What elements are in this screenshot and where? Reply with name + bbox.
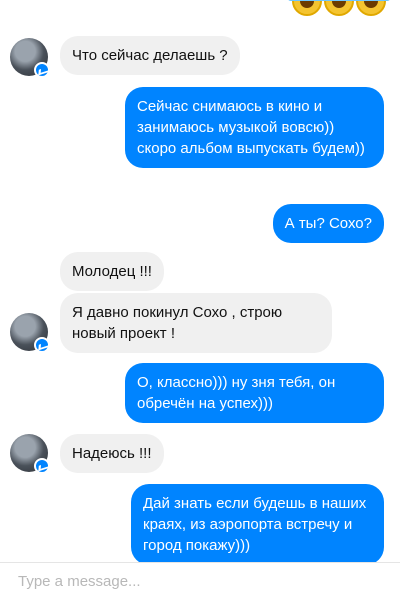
message-composer [0, 562, 400, 600]
messenger-badge-icon [34, 62, 50, 78]
laughing-crying-emoji-icon [352, 0, 390, 16]
laughing-crying-emoji-icon [288, 0, 326, 16]
outgoing-message[interactable]: А ты? Сохо? [272, 204, 384, 243]
incoming-message[interactable]: Молодец !!! [60, 252, 164, 291]
messenger-badge-icon [34, 337, 50, 353]
incoming-message[interactable]: Что сейчас делаешь ? [60, 36, 240, 75]
incoming-message[interactable]: Надеюсь !!! [60, 434, 164, 473]
message-input[interactable] [0, 563, 400, 600]
contact-avatar[interactable] [10, 38, 50, 78]
contact-avatar[interactable] [10, 434, 50, 474]
laughing-crying-emoji-icon [320, 0, 358, 16]
reaction-emojis [288, 0, 390, 16]
outgoing-message[interactable]: Сейчас снимаюсь в кино и занимаюсь музык… [125, 87, 384, 168]
outgoing-message[interactable]: Дай знать если будешь в наших краях, из … [131, 484, 384, 565]
messenger-badge-icon [34, 458, 50, 474]
incoming-message[interactable]: Я давно покинул Сохо , строю новый проек… [60, 293, 332, 353]
contact-avatar[interactable] [10, 313, 50, 353]
outgoing-message[interactable]: О, классно))) ну зня тебя, он обречён на… [125, 363, 384, 423]
